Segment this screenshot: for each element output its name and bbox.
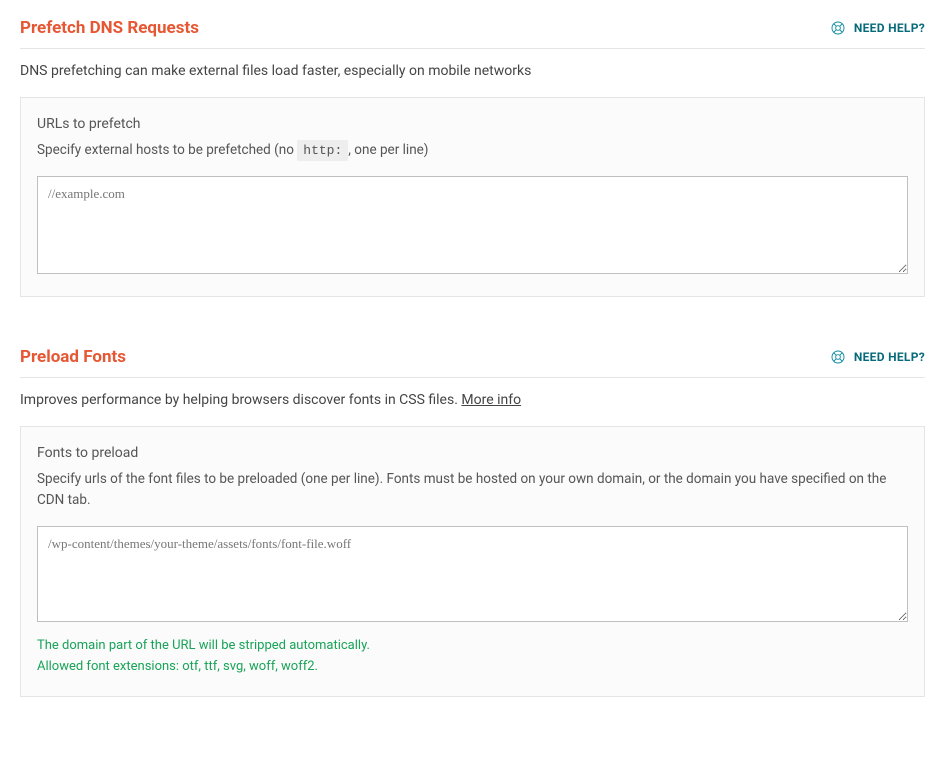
- section-title: Preload Fonts: [20, 347, 126, 367]
- fonts-to-preload-input[interactable]: [37, 526, 908, 622]
- section-header: Preload Fonts NEED HELP?: [20, 347, 925, 378]
- field-help: Specify external hosts to be prefetched …: [37, 140, 908, 162]
- need-help-link[interactable]: NEED HELP?: [830, 20, 925, 36]
- inline-code: http:: [297, 140, 348, 161]
- urls-to-prefetch-input[interactable]: [37, 176, 908, 274]
- help-label: NEED HELP?: [854, 350, 925, 364]
- section-title: Prefetch DNS Requests: [20, 18, 199, 38]
- more-info-link[interactable]: More info: [461, 392, 521, 408]
- section-preload-fonts: Preload Fonts NEED HELP? Improves perfor…: [20, 347, 925, 697]
- panel-prefetch: URLs to prefetch Specify external hosts …: [20, 97, 925, 297]
- section-prefetch-dns: Prefetch DNS Requests NEED HELP? DNS pre…: [20, 18, 925, 297]
- field-note: The domain part of the URL will be strip…: [37, 636, 908, 678]
- field-label: URLs to prefetch: [37, 116, 908, 132]
- section-description: Improves performance by helping browsers…: [20, 392, 925, 408]
- help-label: NEED HELP?: [854, 21, 925, 35]
- help-icon: [830, 20, 846, 36]
- section-header: Prefetch DNS Requests NEED HELP?: [20, 18, 925, 49]
- need-help-link[interactable]: NEED HELP?: [830, 349, 925, 365]
- panel-fonts: Fonts to preload Specify urls of the fon…: [20, 426, 925, 697]
- field-help: Specify urls of the font files to be pre…: [37, 469, 908, 512]
- field-label: Fonts to preload: [37, 445, 908, 461]
- help-icon: [830, 349, 846, 365]
- section-description: DNS prefetching can make external files …: [20, 63, 925, 79]
